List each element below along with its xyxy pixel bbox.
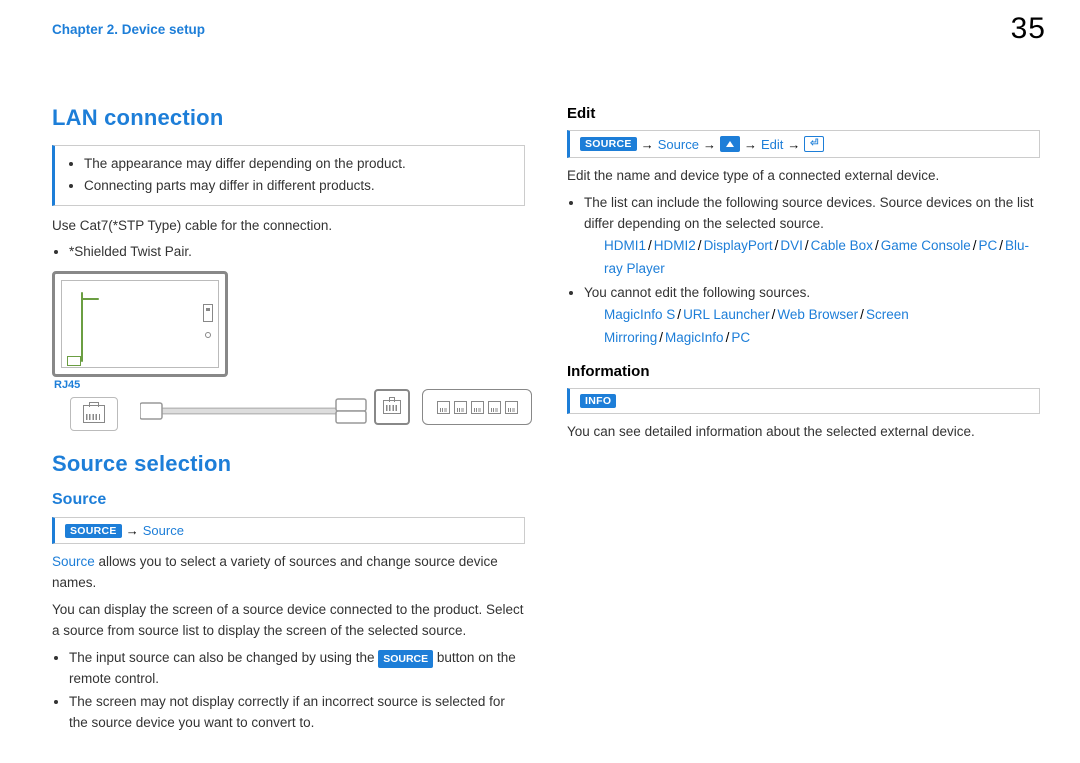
source-bullet: The screen may not display correctly if … — [69, 692, 525, 734]
right-column: Edit SOURCE → Source → → Edit → ⏎ Edit t… — [567, 105, 1040, 742]
source-bullets: The input source can also be changed by … — [52, 648, 525, 734]
usb-port-icon — [203, 304, 213, 322]
path-step: Source — [658, 137, 699, 152]
up-button-icon — [720, 136, 740, 152]
source-button-badge: SOURCE — [580, 137, 637, 151]
page-number: 35 — [1011, 12, 1046, 46]
enter-button-icon: ⏎ — [804, 136, 824, 152]
source-list-noneditable: MagicInfo S/URL Launcher/Web Browser/Scr… — [604, 304, 1040, 350]
subheading-information: Information — [567, 363, 1040, 380]
arrow-right-icon: → — [703, 137, 716, 152]
edit-bullets: The list can include the following sourc… — [567, 193, 1040, 350]
switch-port-icon — [488, 401, 501, 414]
heading-source-selection: Source selection — [52, 451, 525, 477]
edit-intro: Edit the name and device type of a conne… — [567, 166, 1040, 187]
source-paragraph-1: Source allows you to select a variety of… — [52, 552, 525, 594]
switch-port-icon — [454, 401, 467, 414]
arrow-right-icon: → — [744, 137, 757, 152]
heading-lan-connection: LAN connection — [52, 105, 525, 131]
switch-port-icon — [505, 401, 518, 414]
rj45-port-icon — [83, 405, 105, 423]
switch-port-icon — [471, 401, 484, 414]
cable-note: Use Cat7(*STP Type) cable for the connec… — [52, 216, 525, 237]
source-term: Source — [52, 554, 95, 569]
info-text: You can see detailed information about t… — [567, 422, 1040, 443]
nav-path-source: SOURCE → Source — [52, 517, 525, 544]
nav-path-edit: SOURCE → Source → → Edit → ⏎ — [567, 130, 1040, 158]
source-button-badge: SOURCE — [378, 650, 433, 668]
path-step: Edit — [761, 137, 783, 152]
edit-bullet: The list can include the following sourc… — [584, 193, 1040, 281]
chapter-breadcrumb: Chapter 2. Device setup — [52, 22, 1040, 37]
note-box-appearance: The appearance may differ depending on t… — [52, 145, 525, 206]
arrow-right-icon: → — [641, 137, 654, 152]
source-bullet: The input source can also be changed by … — [69, 648, 525, 690]
rj45-port-on-device-icon — [67, 356, 81, 366]
lan-connection-diagram: RJ45 — [52, 271, 525, 431]
note-item: The appearance may differ depending on t… — [84, 154, 514, 174]
left-column: LAN connection The appearance may differ… — [52, 105, 525, 742]
arrow-right-icon: → — [787, 137, 800, 152]
stp-list: *Shielded Twist Pair. — [52, 242, 525, 263]
source-button-badge: SOURCE — [65, 524, 122, 538]
ethernet-port-icon — [374, 389, 410, 425]
page-root: 35 Chapter 2. Device setup LAN connectio… — [0, 0, 1080, 742]
stp-note: *Shielded Twist Pair. — [69, 242, 525, 263]
source-paragraph-2: You can display the screen of a source d… — [52, 600, 525, 642]
switch-port-icon — [437, 401, 450, 414]
rj45-label: RJ45 — [54, 379, 80, 391]
source-list-editable: HDMI1/HDMI2/DisplayPort/DVI/Cable Box/Ga… — [604, 235, 1040, 281]
arrow-right-icon: → — [126, 523, 139, 538]
nav-path-info: INFO — [567, 388, 1040, 414]
path-step: Source — [143, 523, 184, 538]
source-para-rest: allows you to select a variety of source… — [52, 554, 498, 590]
note-item: Connecting parts may differ in different… — [84, 176, 514, 196]
network-switch-illustration — [422, 389, 532, 425]
ethernet-cable-illustration — [140, 391, 370, 431]
device-rear-illustration — [52, 271, 228, 377]
edit-bullet: You cannot edit the following sources. M… — [584, 283, 1040, 350]
info-button-badge: INFO — [580, 394, 616, 408]
rj45-socket-closeup — [70, 397, 118, 431]
subheading-edit: Edit — [567, 105, 1040, 122]
subheading-source: Source — [52, 491, 525, 509]
two-column-layout: LAN connection The appearance may differ… — [52, 105, 1040, 742]
